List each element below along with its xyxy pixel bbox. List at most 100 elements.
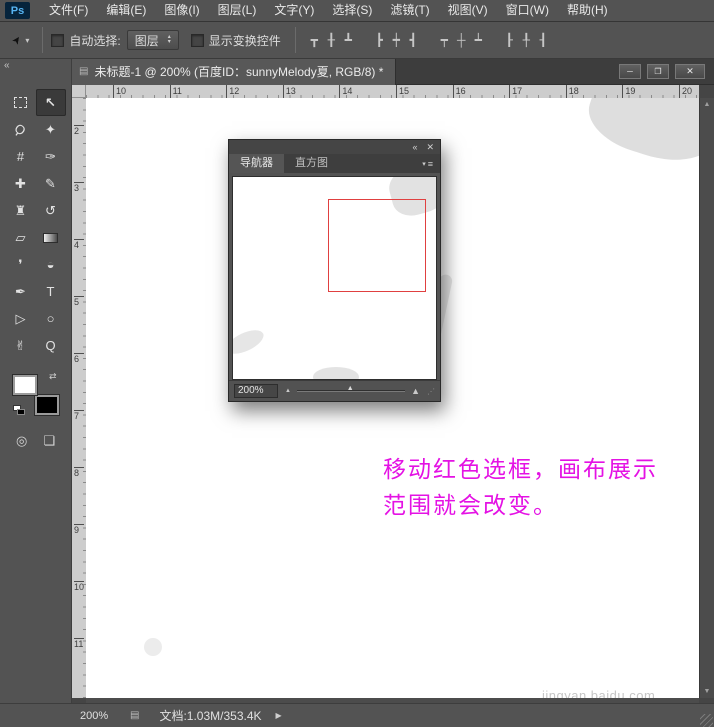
foreground-color-swatch[interactable]	[13, 375, 37, 395]
crop-tool[interactable]: #	[6, 143, 36, 170]
document-size-info: 文档:1.03M/353.4K	[159, 707, 261, 724]
watermark-shape	[313, 367, 359, 380]
ruler-mark: 17	[509, 85, 566, 98]
scroll-down-icon[interactable]: ▼	[704, 688, 711, 695]
align-bottom-edges[interactable]: ┻	[340, 30, 357, 50]
eyedropper-tool[interactable]: ✑	[36, 143, 66, 170]
navigator-panel: « ✕ 导航器 直方图 ▾≡ 200%	[228, 139, 441, 402]
restore-button[interactable]: ❐	[647, 64, 669, 79]
menu-item[interactable]: 图像(I)	[155, 0, 208, 21]
menu-item[interactable]: 文字(Y)	[265, 0, 323, 21]
menu-item[interactable]: 滤镜(T)	[381, 0, 438, 21]
background-color-swatch[interactable]	[35, 395, 59, 415]
swap-colors-icon[interactable]: ⇄	[49, 371, 57, 382]
minimize-button[interactable]: ─	[619, 64, 641, 79]
align-top-edges[interactable]: ┳	[306, 30, 323, 50]
path-selection-tool[interactable]: ▷	[6, 305, 36, 332]
canvas[interactable]: « ✕ 导航器 直方图 ▾≡ 200%	[86, 98, 699, 698]
magic-wand-tool[interactable]: ✦	[36, 116, 66, 143]
options-bar: ➤ ▾ 自动选择: 图层 ▴▾ 显示变换控件 ┳╂┻┣┿┫┯┼┷┠╀┨	[0, 22, 714, 59]
rectangular-marquee-tool[interactable]	[6, 89, 36, 116]
ruler-mark: 11	[170, 85, 227, 98]
layer-dropdown-value: 图层	[135, 32, 159, 49]
photoshop-window: Ps 文件(F)编辑(E)图像(I)图层(L)文字(Y)选择(S)滤镜(T)视图…	[0, 0, 714, 727]
brush-tool[interactable]: ✎	[36, 170, 66, 197]
tool-icon: ↖	[45, 95, 56, 111]
auto-select-target-dropdown[interactable]: 图层 ▴▾	[127, 30, 179, 50]
photoshop-logo: Ps	[5, 2, 30, 19]
slider-track[interactable]: ▲	[297, 390, 405, 392]
auto-select-label: 自动选择:	[69, 32, 120, 49]
window-resize-grip[interactable]	[700, 714, 713, 727]
navigator-zoom-slider[interactable]: ▲ ▲ ▲	[285, 386, 420, 396]
type-tool[interactable]: T	[36, 278, 66, 305]
ruler-mark: 18	[566, 85, 623, 98]
menu-item[interactable]: 图层(L)	[209, 0, 266, 21]
status-menu-arrow-icon[interactable]: ▶	[276, 711, 282, 720]
align-horizontal-centers[interactable]: ┿	[388, 30, 405, 50]
tool-icon: ◒	[47, 257, 55, 272]
collapse-panel-icon[interactable]: «	[0, 59, 71, 73]
tool-icon: ▷	[16, 311, 26, 327]
move-tool[interactable]: ↖	[36, 89, 66, 116]
distribute-top-edges[interactable]: ┯	[436, 30, 453, 50]
lasso-tool[interactable]: Ϙ	[6, 116, 36, 143]
tool-preset-picker[interactable]: ➤ ▾	[8, 35, 34, 46]
ruler-mark: 20	[679, 85, 699, 98]
default-colors-icon[interactable]	[13, 405, 25, 415]
gradient-tool[interactable]	[36, 224, 66, 251]
panel-menu-icon[interactable]: ▾≡	[422, 154, 440, 173]
screen-mode-button[interactable]: ❏	[43, 433, 55, 449]
menu-item[interactable]: 选择(S)	[323, 0, 381, 21]
zoom-out-icon[interactable]: ▲	[285, 388, 291, 394]
ellipse-tool[interactable]: ○	[36, 305, 66, 332]
tab-navigator[interactable]: 导航器	[229, 154, 284, 173]
close-panel-icon[interactable]: ✕	[426, 140, 434, 154]
watermark-shape	[580, 98, 699, 174]
dodge-tool[interactable]: ◒	[36, 251, 66, 278]
align-right-edges[interactable]: ┫	[405, 30, 422, 50]
tool-icon: ✦	[45, 122, 56, 138]
status-zoom-field[interactable]: 200%	[80, 710, 120, 722]
eraser-tool[interactable]: ▱	[6, 224, 36, 251]
collapse-panel-icon[interactable]: «	[412, 140, 417, 154]
tab-histogram[interactable]: 直方图	[284, 154, 339, 173]
ruler-mark: 7	[74, 410, 84, 467]
menu-item[interactable]: 帮助(H)	[558, 0, 617, 21]
vertical-scrollbar[interactable]: ▲ ▼	[699, 98, 714, 698]
close-button[interactable]: ✕	[675, 64, 705, 79]
menu-item[interactable]: 窗口(W)	[497, 0, 558, 21]
slider-thumb[interactable]: ▲	[347, 385, 354, 392]
navigator-zoom-field[interactable]: 200%	[234, 384, 278, 398]
tool-icon: ✌	[15, 338, 26, 354]
history-brush-tool[interactable]: ↺	[36, 197, 66, 224]
auto-select-checkbox[interactable]	[51, 34, 64, 47]
distribute-vertical-centers[interactable]: ┼	[453, 30, 470, 50]
distribute-right-edges[interactable]: ┨	[535, 30, 552, 50]
healing-brush-tool[interactable]: ✚	[6, 170, 36, 197]
tool-icon: ♜	[15, 203, 27, 219]
zoom-in-icon[interactable]: ▲	[411, 386, 420, 396]
document-tab[interactable]: ▤ 未标题-1 @ 200% (百度ID：sunnyMelody夏, RGB/8…	[72, 59, 396, 85]
hand-tool[interactable]: ✌	[6, 332, 36, 359]
ruler-mark: 15	[396, 85, 453, 98]
ruler-mark: 10	[74, 581, 84, 638]
panel-resize-grip[interactable]: ⋰	[427, 387, 435, 396]
navigator-preview[interactable]	[232, 176, 437, 380]
menu-item[interactable]: 视图(V)	[439, 0, 497, 21]
zoom-tool[interactable]: Q	[36, 332, 66, 359]
distribute-left-edges[interactable]: ┠	[501, 30, 518, 50]
clone-stamp-tool[interactable]: ♜	[6, 197, 36, 224]
quick-mask-button[interactable]: ◎	[16, 433, 27, 449]
menu-item[interactable]: 文件(F)	[40, 0, 97, 21]
align-vertical-centers[interactable]: ╂	[323, 30, 340, 50]
blur-tool[interactable]: ❜	[6, 251, 36, 278]
scroll-up-icon[interactable]: ▲	[704, 101, 711, 108]
show-transform-controls-checkbox[interactable]	[191, 34, 204, 47]
align-left-edges[interactable]: ┣	[371, 30, 388, 50]
menu-item[interactable]: 编辑(E)	[97, 0, 155, 21]
distribute-horizontal-centers[interactable]: ╀	[518, 30, 535, 50]
navigator-view-box[interactable]	[328, 199, 425, 292]
distribute-bottom-edges[interactable]: ┷	[470, 30, 487, 50]
pen-tool[interactable]: ✒	[6, 278, 36, 305]
